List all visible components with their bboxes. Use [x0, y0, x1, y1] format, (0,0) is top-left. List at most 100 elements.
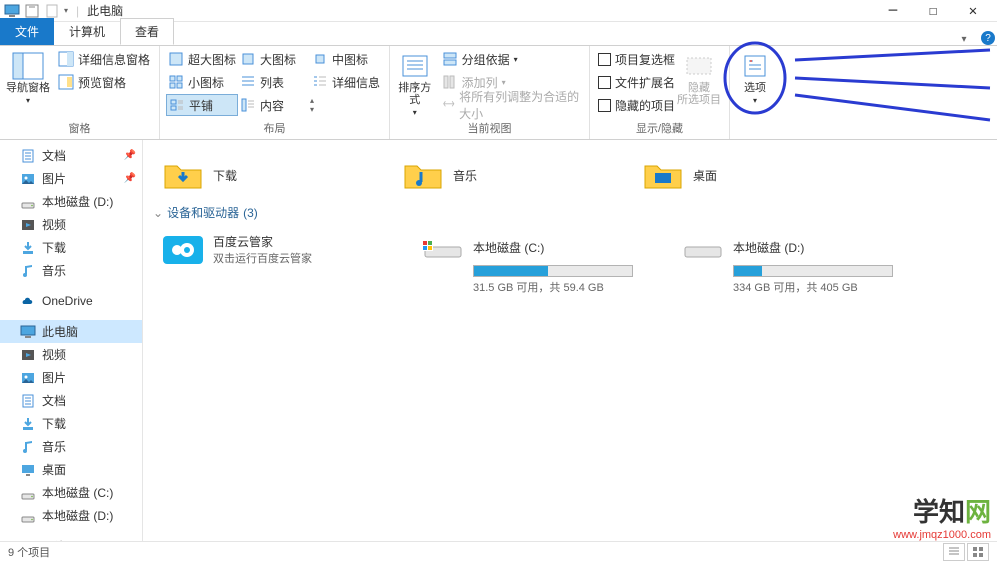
minimize-button[interactable]: ─ — [873, 0, 913, 22]
sidebar-item[interactable]: 音乐 — [0, 435, 142, 458]
sidebar-item[interactable]: 视频 — [0, 343, 142, 366]
checkbox-extensions[interactable]: 文件扩展名 — [596, 71, 677, 93]
sidebar-item[interactable]: OneDrive — [0, 290, 142, 312]
group-label-layout: 布局 — [166, 120, 383, 137]
video-icon — [20, 217, 36, 233]
tab-computer[interactable]: 计算机 — [54, 18, 120, 45]
sidebar-item[interactable]: 本地磁盘 (D:) — [0, 190, 142, 213]
drive-title: 本地磁盘 (C:) — [473, 239, 544, 256]
maximize-button[interactable]: ☐ — [913, 0, 953, 22]
sidebar-item-label: 文档 — [42, 147, 66, 164]
details-pane-button[interactable]: 详细信息窗格 — [56, 48, 152, 70]
layout-tiles[interactable]: 平铺 — [166, 94, 238, 116]
navigation-pane[interactable]: 文档📌图片📌本地磁盘 (D:)视频下载音乐OneDrive此电脑视频图片文档下载… — [0, 140, 143, 541]
sidebar-item[interactable]: 本地磁盘 (C:) — [0, 481, 142, 504]
sidebar-item[interactable]: 下载 — [0, 236, 142, 259]
sidebar-item-label: 文档 — [42, 392, 66, 409]
pin-icon: 📌 — [124, 150, 136, 161]
sidebar-item[interactable]: 文档 📌 — [0, 144, 142, 167]
drive-usage-text: 31.5 GB 可用，共 59.4 GB — [473, 279, 643, 295]
close-button[interactable]: ✕ — [953, 0, 993, 22]
view-details-button[interactable] — [943, 543, 965, 561]
sidebar-item-label: 桌面 — [42, 461, 66, 478]
sidebar-item-label: 音乐 — [42, 438, 66, 455]
item-count: 9 个项目 — [8, 544, 50, 560]
sidebar-item[interactable]: 图片📌 — [0, 167, 142, 190]
group-by-button[interactable]: 分组依据 ▾ — [440, 48, 583, 70]
folder-item[interactable]: 音乐 — [403, 158, 603, 192]
options-icon — [739, 52, 771, 80]
network-icon — [20, 539, 36, 542]
tab-file[interactable]: 文件 — [0, 18, 54, 45]
sidebar-item-label: 下载 — [42, 239, 66, 256]
layout-list[interactable]: 列表 — [238, 71, 310, 93]
sidebar-item[interactable]: 网络 — [0, 535, 142, 541]
baiduyun-icon — [163, 236, 203, 264]
sidebar-item[interactable]: 桌面 — [0, 458, 142, 481]
sidebar-item[interactable]: 图片 — [0, 366, 142, 389]
tab-view[interactable]: 查看 — [120, 18, 174, 45]
autosize-icon — [442, 97, 456, 113]
chevron-down-icon: ⌄ — [153, 206, 163, 220]
checkbox-items[interactable]: 项目复选框 — [596, 48, 677, 70]
sidebar-item-label: 此电脑 — [42, 323, 78, 340]
ribbon-collapse-icon[interactable]: ▾ — [953, 34, 975, 45]
sidebar-item[interactable]: 文档 — [0, 389, 142, 412]
qat-save-icon[interactable] — [24, 3, 40, 19]
content-area[interactable]: 下载 音乐 桌面 ⌄ 设备和驱动器 (3) 百度云管家 双击运行百度云管家 — [143, 140, 997, 541]
list-item[interactable] — [643, 146, 843, 152]
qat-new-icon[interactable] — [44, 3, 60, 19]
hide-selected-button[interactable]: 隐藏所选项目 — [677, 48, 721, 120]
checkbox-icon — [598, 99, 611, 112]
folder-item[interactable]: 桌面 — [643, 158, 843, 192]
layout-medium-icon[interactable]: 中图标 — [310, 48, 382, 70]
pic-icon — [20, 171, 36, 187]
drive-c[interactable]: 本地磁盘 (C:) 31.5 GB 可用，共 59.4 GB — [423, 233, 643, 295]
layout-content[interactable]: 内容 — [238, 94, 310, 116]
folder-item[interactable]: 下载 — [163, 158, 363, 192]
sidebar-item[interactable]: 本地磁盘 (D:) — [0, 504, 142, 527]
qat-dropdown-icon[interactable]: ▾ — [64, 6, 68, 15]
sidebar-item[interactable]: 下载 — [0, 412, 142, 435]
folder-label: 音乐 — [453, 167, 477, 184]
section-header-devices[interactable]: ⌄ 设备和驱动器 (3) — [153, 198, 987, 227]
group-label-showhide: 显示/隐藏 — [596, 120, 723, 137]
onedrive-icon — [20, 293, 36, 309]
checkbox-icon — [598, 53, 611, 66]
device-baiduyun[interactable]: 百度云管家 双击运行百度云管家 — [163, 233, 383, 266]
sidebar-item-label: 本地磁盘 (D:) — [42, 507, 113, 524]
window-title: 此电脑 — [87, 2, 123, 19]
sidebar-item[interactable]: 视频 — [0, 213, 142, 236]
drive-usage-text: 334 GB 可用，共 405 GB — [733, 279, 903, 295]
preview-pane-button[interactable]: 预览窗格 — [56, 71, 152, 93]
options-button[interactable]: 选项 ▾ — [736, 48, 774, 124]
layout-xlarge-icon[interactable]: 超大图标 — [166, 48, 238, 70]
drive-d[interactable]: 本地磁盘 (D:) 334 GB 可用，共 405 GB — [683, 233, 903, 295]
nav-pane-button[interactable]: 导航窗格 ▾ — [6, 48, 50, 120]
usage-bar — [473, 265, 633, 277]
list-item[interactable] — [163, 146, 363, 152]
layout-large-icon[interactable]: 大图标 — [238, 48, 310, 70]
sidebar-item[interactable]: 音乐 — [0, 259, 142, 282]
sort-button[interactable]: 排序方式 ▾ — [396, 48, 434, 120]
doc-icon — [20, 393, 36, 409]
checkbox-hidden[interactable]: 隐藏的项目 — [596, 94, 677, 116]
chevron-down-icon: ▾ — [753, 96, 757, 105]
music-icon — [20, 263, 36, 279]
help-icon[interactable]: ? — [975, 30, 997, 46]
view-icons-button[interactable] — [967, 543, 989, 561]
ribbon-tabs: 文件 计算机 查看 ▾ ? — [0, 22, 997, 46]
sidebar-item-label: 网络 — [42, 538, 66, 541]
layout-details[interactable]: 详细信息 — [310, 71, 382, 93]
sidebar-item[interactable]: 此电脑 — [0, 320, 142, 343]
video-icon — [20, 347, 36, 363]
device-subtitle: 双击运行百度云管家 — [213, 250, 312, 266]
usage-bar — [733, 265, 893, 277]
group-icon — [442, 51, 458, 67]
music-folder-icon — [403, 158, 443, 192]
layout-small-icon[interactable]: 小图标 — [166, 71, 238, 93]
layout-more-icon[interactable]: ▴▾ — [310, 94, 326, 116]
list-item[interactable] — [403, 146, 603, 152]
autosize-cols-button[interactable]: 将所有列调整为合适的大小 — [440, 94, 583, 116]
sidebar-item-label: 视频 — [42, 346, 66, 363]
